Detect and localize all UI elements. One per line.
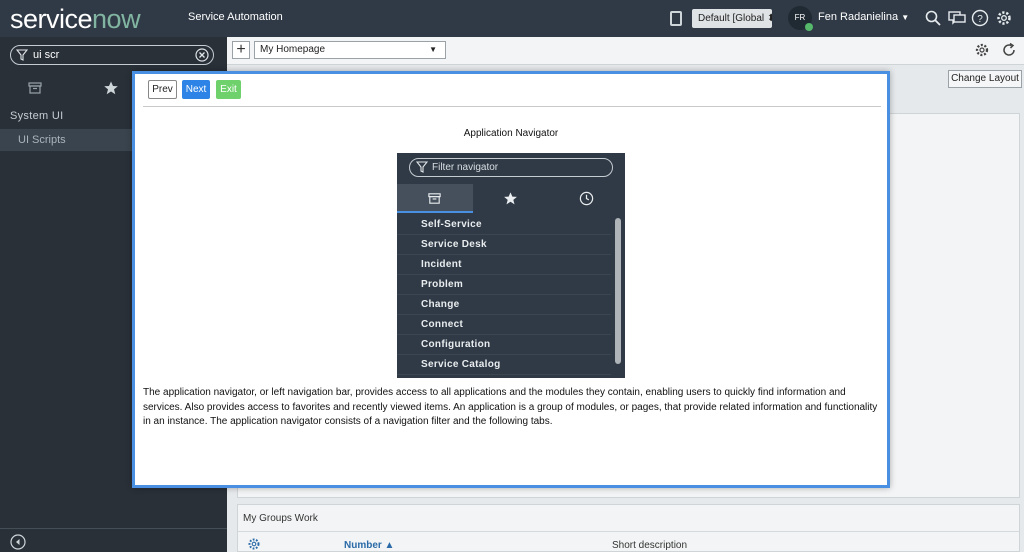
list-item: Self-Service [397,215,611,235]
gear-icon[interactable] [995,9,1013,27]
chevron-down-icon: ▼ [901,13,910,22]
list-item: Change [397,295,611,315]
list-item: Connect [397,315,611,335]
filter-icon [416,161,428,173]
dialog-description: The application navigator, or left navig… [143,387,878,427]
connect-chat-icon[interactable] [948,9,966,27]
application-navigator-illustration: Filter navigator Self-Service Service De… [397,153,625,378]
avatar-initials: FR [794,13,806,22]
select-arrows-icon: ⬍ [766,13,772,24]
list-item: Incident [397,255,611,275]
illustration-scrollbar [615,218,621,364]
application-scope-select[interactable]: Default [Global ⬍ [692,9,772,28]
update-set-icon[interactable] [670,11,682,26]
illustration-tab-all-apps [397,184,473,213]
illustration-module-list: Self-Service Service Desk Incident Probl… [397,215,611,375]
list-item: Service Desk [397,235,611,255]
illustration-tabs [397,184,625,213]
search-icon[interactable] [924,9,942,27]
logo-service-text: service [10,4,93,34]
help-icon[interactable]: ? [971,9,989,27]
scope-select-value: Default [Global [698,13,765,24]
archive-box-icon [428,193,441,204]
illustration-tab-history [549,184,625,213]
star-icon [504,192,517,205]
banner-title: Service Automation [188,11,283,23]
servicenow-logo[interactable]: servicenow [10,4,141,35]
exit-button[interactable]: Exit [216,80,241,99]
top-banner: servicenow Service Automation Default [G… [0,0,1024,37]
logo-now-text: now [92,4,141,34]
next-button[interactable]: Next [182,80,210,99]
prev-button[interactable]: Prev [148,80,177,99]
illustration-filter-placeholder: Filter navigator [432,162,499,173]
illustration-filter-field: Filter navigator [409,158,613,177]
dialog-title: Application Navigator [463,128,559,139]
user-name: Fen Radanielina [818,11,899,23]
guided-tour-dialog: Prev Next Exit Application Navigator Fil… [132,71,890,488]
list-item: Configuration [397,335,611,355]
list-item: Problem [397,275,611,295]
svg-text:?: ? [977,14,983,25]
user-menu[interactable]: Fen Radanielina ▼ [818,11,909,23]
avatar[interactable]: FR [788,6,813,31]
divider [143,106,881,107]
illustration-tab-favorites [473,184,549,213]
clock-icon [579,191,594,206]
list-item: Service Catalog [397,355,611,375]
online-status-dot [805,23,813,31]
